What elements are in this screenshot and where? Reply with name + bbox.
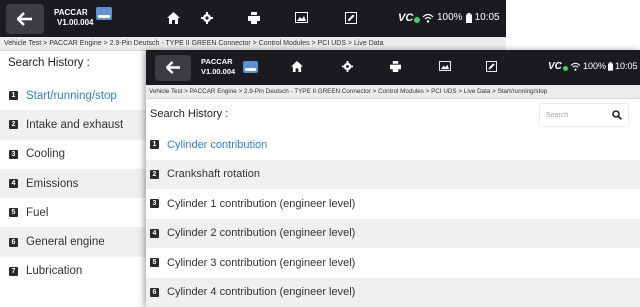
print-button[interactable] [390, 61, 401, 72]
list-item[interactable]: 5 Cylinder 3 contribution (engineer level… [146, 248, 640, 278]
item-number-badge: 5 [150, 258, 159, 268]
clock: 10:05 [474, 12, 500, 23]
clock: 10:05 [615, 61, 638, 71]
battery-icon [465, 12, 472, 23]
item-number-badge: 4 [150, 228, 159, 238]
edit-button[interactable] [486, 61, 497, 72]
item-number-badge: 5 [9, 208, 18, 218]
app-version: V1.00.004 [201, 66, 236, 76]
category-label: Fuel [26, 206, 49, 219]
app-brand: PACCAR V1.00.004 [54, 5, 116, 33]
home-icon [167, 12, 180, 24]
settings-icon [201, 12, 213, 24]
list-item[interactable]: 2 Crankshaft rotation [146, 159, 640, 189]
print-button[interactable] [248, 12, 260, 24]
list-item[interactable]: 3 Cylinder 1 contribution (engineer level… [146, 189, 640, 219]
category-label: Intake and exhaust [26, 118, 124, 131]
live-data-item-screen: PACCAR V1.00.004 VC 100% 10:05 Vehicle T… [146, 50, 640, 307]
battery-icon [608, 61, 614, 71]
item-label: Cylinder 2 contribution (engineer level) [167, 227, 356, 240]
category-label: Lubrication [26, 265, 83, 278]
vci-connected-indicator [414, 17, 421, 23]
settings-button[interactable] [342, 61, 353, 72]
item-number-badge: 7 [9, 266, 18, 276]
back-button[interactable] [155, 54, 191, 81]
back-arrow-icon [17, 11, 32, 26]
screenshot-button[interactable] [439, 61, 451, 71]
category-item[interactable]: 3 Cooling [0, 140, 150, 169]
category-label: Emissions [26, 177, 79, 190]
list-item[interactable]: 6 Cylinder 4 contribution (engineer level… [146, 277, 640, 307]
battery-percent: 100% [583, 61, 607, 71]
system-status: 100% 10:05 [422, 12, 500, 23]
settings-button[interactable] [201, 12, 213, 24]
top-bar: PACCAR V1.00.004 VC 100% 10:05 [146, 50, 640, 85]
item-number-badge: 6 [9, 237, 18, 247]
wifi-icon [422, 13, 434, 23]
print-icon [390, 61, 401, 72]
category-label: General engine [26, 236, 105, 249]
battery-percent: 100% [437, 12, 463, 23]
data-item-list: 1 Cylinder contribution 2 Crankshaft rotat… [146, 130, 640, 307]
item-label: Crankshaft rotation [167, 168, 260, 181]
category-item[interactable]: 5 Fuel [0, 198, 150, 227]
item-number-badge: 3 [9, 149, 18, 159]
search-history-title: Search History : [8, 57, 90, 69]
search-input[interactable] [546, 111, 606, 119]
list-item[interactable]: 1 Cylinder contribution [146, 130, 640, 160]
app-version: V1.00.004 [57, 17, 94, 27]
category-item[interactable]: 1 Start/running/stop [0, 81, 150, 110]
item-number-badge: 4 [9, 179, 18, 189]
item-label: Cylinder 1 contribution (engineer level) [167, 197, 356, 210]
list-item[interactable]: 4 Cylinder 2 contribution (engineer level… [146, 218, 640, 248]
home-icon [291, 61, 303, 72]
edit-icon [345, 12, 357, 24]
image-icon [295, 12, 308, 23]
category-label: Start/running/stop [26, 89, 117, 102]
item-label: Cylinder 4 contribution (engineer level) [167, 286, 356, 299]
category-list: 1 Start/running/stop 2 Intake and exhaust … [0, 81, 150, 286]
system-status: 100% 10:05 [570, 61, 638, 71]
edit-button[interactable] [345, 12, 357, 24]
app-brand: PACCAR V1.00.004 [201, 55, 261, 81]
vci-status: VC [398, 12, 421, 24]
search-icon[interactable] [612, 110, 622, 120]
vci-badge-icon [243, 60, 258, 73]
back-arrow-icon [165, 61, 180, 74]
category-item[interactable]: 2 Intake and exhaust [0, 110, 150, 140]
item-number-badge: 2 [150, 169, 159, 179]
screenshot-button[interactable] [295, 12, 308, 23]
item-label: Cylinder contribution [167, 138, 268, 151]
item-label: Cylinder 3 contribution (engineer level) [167, 256, 356, 269]
category-item[interactable]: 7 Lubrication [0, 257, 150, 286]
breadcrumb: Vehicle Test > PACCAR Engine > 2.9-Pin D… [0, 37, 506, 51]
settings-icon [342, 61, 353, 72]
category-item[interactable]: 6 General engine [0, 227, 150, 257]
back-button[interactable] [6, 3, 44, 34]
category-item[interactable]: 4 Emissions [0, 168, 150, 199]
item-number-badge: 1 [9, 91, 18, 101]
vci-label: VC [548, 61, 562, 72]
top-bar: PACCAR V1.00.004 VC 100% 10:05 [0, 0, 506, 37]
print-icon [248, 12, 260, 24]
item-number-badge: 1 [150, 140, 159, 150]
search-box [540, 104, 628, 126]
image-icon [439, 61, 451, 71]
vci-status: VC [548, 61, 568, 72]
brand-name: PACCAR [201, 56, 233, 66]
edit-icon [486, 61, 497, 72]
vci-label: VC [398, 12, 414, 24]
breadcrumb: Vehicle Test > PACCAR Engine > 2.9-Pin D… [146, 85, 640, 99]
item-number-badge: 6 [150, 287, 159, 297]
category-label: Cooling [26, 148, 65, 161]
item-number-badge: 2 [9, 120, 18, 130]
home-button[interactable] [167, 12, 180, 24]
item-number-badge: 3 [150, 199, 159, 209]
brand-name: PACCAR [54, 7, 88, 17]
home-button[interactable] [291, 61, 303, 72]
wifi-icon [570, 62, 581, 71]
search-history-title: Search History : [150, 108, 229, 120]
vci-badge-icon [96, 6, 112, 20]
vci-connected-indicator [562, 66, 568, 71]
